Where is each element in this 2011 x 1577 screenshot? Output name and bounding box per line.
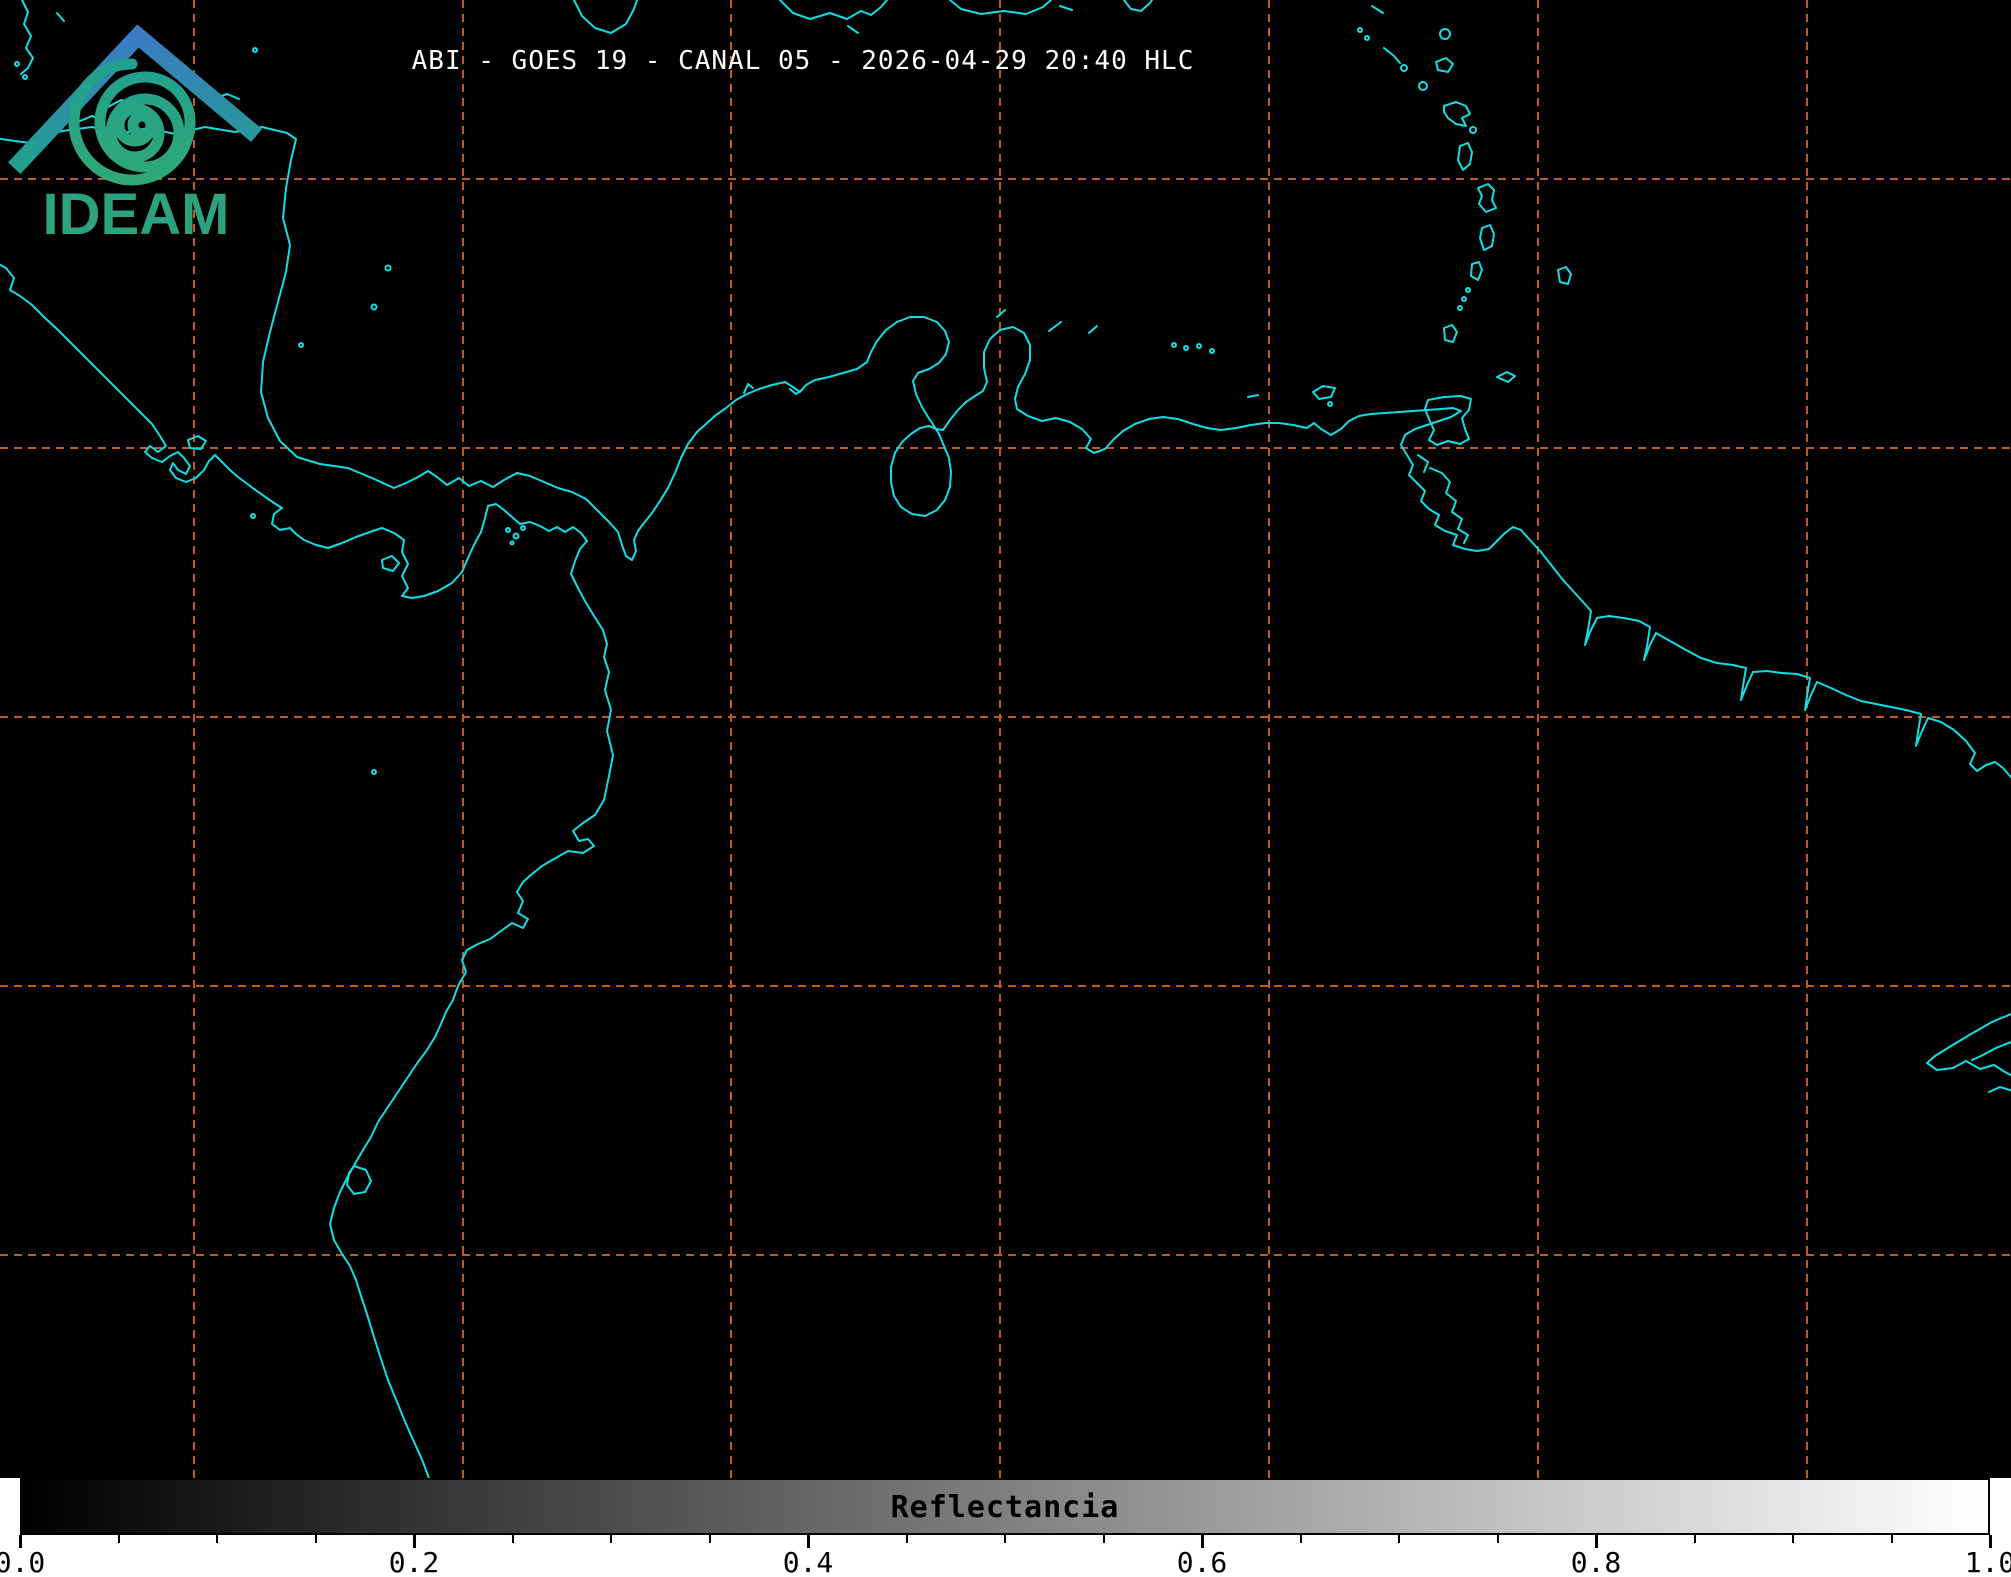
island-dot-barbuda xyxy=(1439,28,1451,40)
island-dot-cocos-speck xyxy=(250,513,256,519)
colorbar-minor-tick xyxy=(1694,1535,1696,1543)
logo-wordmark: IDEAM xyxy=(43,182,230,247)
colorbar-minor-tick xyxy=(1497,1535,1499,1543)
colorbar-minor-tick xyxy=(1398,1535,1400,1543)
island-dot-la-orchila xyxy=(1209,348,1215,354)
coastline-orinoco-delta-channel-b xyxy=(1417,454,1429,473)
island-dot-grenadine-3 xyxy=(1457,305,1463,311)
coastlines xyxy=(0,0,2011,1478)
image-title: ABI - GOES 19 - CANAL 05 - 2026-04-29 20… xyxy=(411,46,1195,76)
coastline-amazon-mouth-b xyxy=(1971,1040,2011,1061)
island-dot-nevis xyxy=(1400,64,1408,72)
coastline-st-vincent xyxy=(1470,261,1483,281)
island-dot-marie-galante xyxy=(1469,126,1477,134)
colorbar-minor-tick xyxy=(610,1535,612,1543)
colorbar-minor-tick xyxy=(1891,1535,1893,1543)
coastline-anguilla-dash xyxy=(1371,5,1384,14)
colorbar-minor-tick xyxy=(1300,1535,1302,1543)
coastline-amazon-mouth-a xyxy=(1926,1013,2011,1077)
colorbar-title: Reflectancia xyxy=(890,1490,1120,1525)
colorbar-tick-label: 0.4 xyxy=(782,1546,834,1577)
colorbar-minor-tick xyxy=(906,1535,908,1543)
coastline-caribbean-mainland-coast xyxy=(0,126,2011,779)
coastline-barbados xyxy=(1557,266,1572,285)
island-dot-saba xyxy=(1357,27,1363,33)
island-dot-pearl-island-1 xyxy=(505,527,511,533)
colorbar-tick-label: 1.0 xyxy=(1964,1546,2011,1577)
colorbar-minor-tick xyxy=(709,1535,711,1543)
island-dot-st-eustatius xyxy=(1364,35,1370,41)
coastline-pacific-mainland-coast xyxy=(0,263,614,1478)
coastline-coiba-island xyxy=(381,555,400,572)
colorbar-tick-label: 0.0 xyxy=(0,1546,46,1577)
island-dot-corn-island xyxy=(298,342,304,348)
logo-spiral-icon xyxy=(68,58,196,186)
coastline-trinidad xyxy=(1424,395,1472,446)
colorbar-minor-tick xyxy=(216,1535,218,1543)
coastline-antigua xyxy=(1435,57,1454,73)
coastline-la-tortuga-dash xyxy=(1247,394,1259,398)
coastline-tobago xyxy=(1496,371,1516,383)
coastline-curacao-dash xyxy=(1048,321,1062,332)
colorbar-tick-label: 0.6 xyxy=(1176,1546,1228,1577)
colorbar-minor-tick xyxy=(1004,1535,1006,1543)
colorbar-minor-tick xyxy=(512,1535,514,1543)
map-canvas xyxy=(0,0,2011,1478)
colorbar-minor-tick xyxy=(1103,1535,1105,1543)
island-dot-los-roques-2 xyxy=(1183,345,1189,351)
coastline-martinique xyxy=(1477,183,1497,213)
ideam-logo: IDEAM xyxy=(7,24,262,247)
island-dot-pearl-island-4 xyxy=(509,540,515,546)
coastline-jamaica-fragment xyxy=(573,0,638,34)
coastline-st-croix-fragment xyxy=(1123,0,1153,12)
island-dot-pearl-island-2 xyxy=(512,532,520,540)
colorbar-minor-tick xyxy=(315,1535,317,1543)
island-dot-montserrat xyxy=(1418,81,1428,91)
colorbar-minor-tick xyxy=(1792,1535,1794,1543)
coastline-hispaniola-fragment xyxy=(779,0,888,20)
island-dot-san-andres xyxy=(370,303,378,311)
coastline-margarita xyxy=(1312,385,1336,400)
satellite-image-viewer: ABI - GOES 19 - CANAL 05 - 2026-04-29 20… xyxy=(0,0,2011,1577)
island-dot-providencia xyxy=(384,264,392,272)
island-dot-malpelo xyxy=(371,769,377,775)
coastline-bonaire-dash xyxy=(1088,325,1098,334)
island-dot-los-roques-1 xyxy=(1171,342,1177,348)
coastline-vieques-dash xyxy=(1059,5,1073,11)
coastline-st-kitts xyxy=(1383,47,1401,64)
colorbar-tick-label: 0.8 xyxy=(1570,1546,1622,1577)
island-dot-los-roques-3 xyxy=(1196,343,1202,349)
island-dot-pearl-island-3 xyxy=(520,525,526,531)
island-dot-grenadine-1 xyxy=(1465,287,1471,293)
island-dot-grenadine-2 xyxy=(1461,296,1467,302)
coastline-grenada xyxy=(1443,324,1458,343)
colorbar-minor-tick xyxy=(118,1535,120,1543)
coastline-beata-dash xyxy=(847,25,859,34)
colorbar-tick-label: 0.2 xyxy=(388,1546,440,1577)
latlon-gridlines xyxy=(0,0,2011,1478)
coastline-puna-island xyxy=(346,1165,372,1195)
coastline-guadeloupe xyxy=(1443,101,1471,127)
coastline-amazon-mouth-c xyxy=(1988,1086,2011,1093)
coastline-dominica xyxy=(1457,142,1473,171)
coastline-st-lucia xyxy=(1479,224,1495,251)
island-dot-coche xyxy=(1327,401,1333,407)
satellite-map: ABI - GOES 19 - CANAL 05 - 2026-04-29 20… xyxy=(0,0,2011,1478)
